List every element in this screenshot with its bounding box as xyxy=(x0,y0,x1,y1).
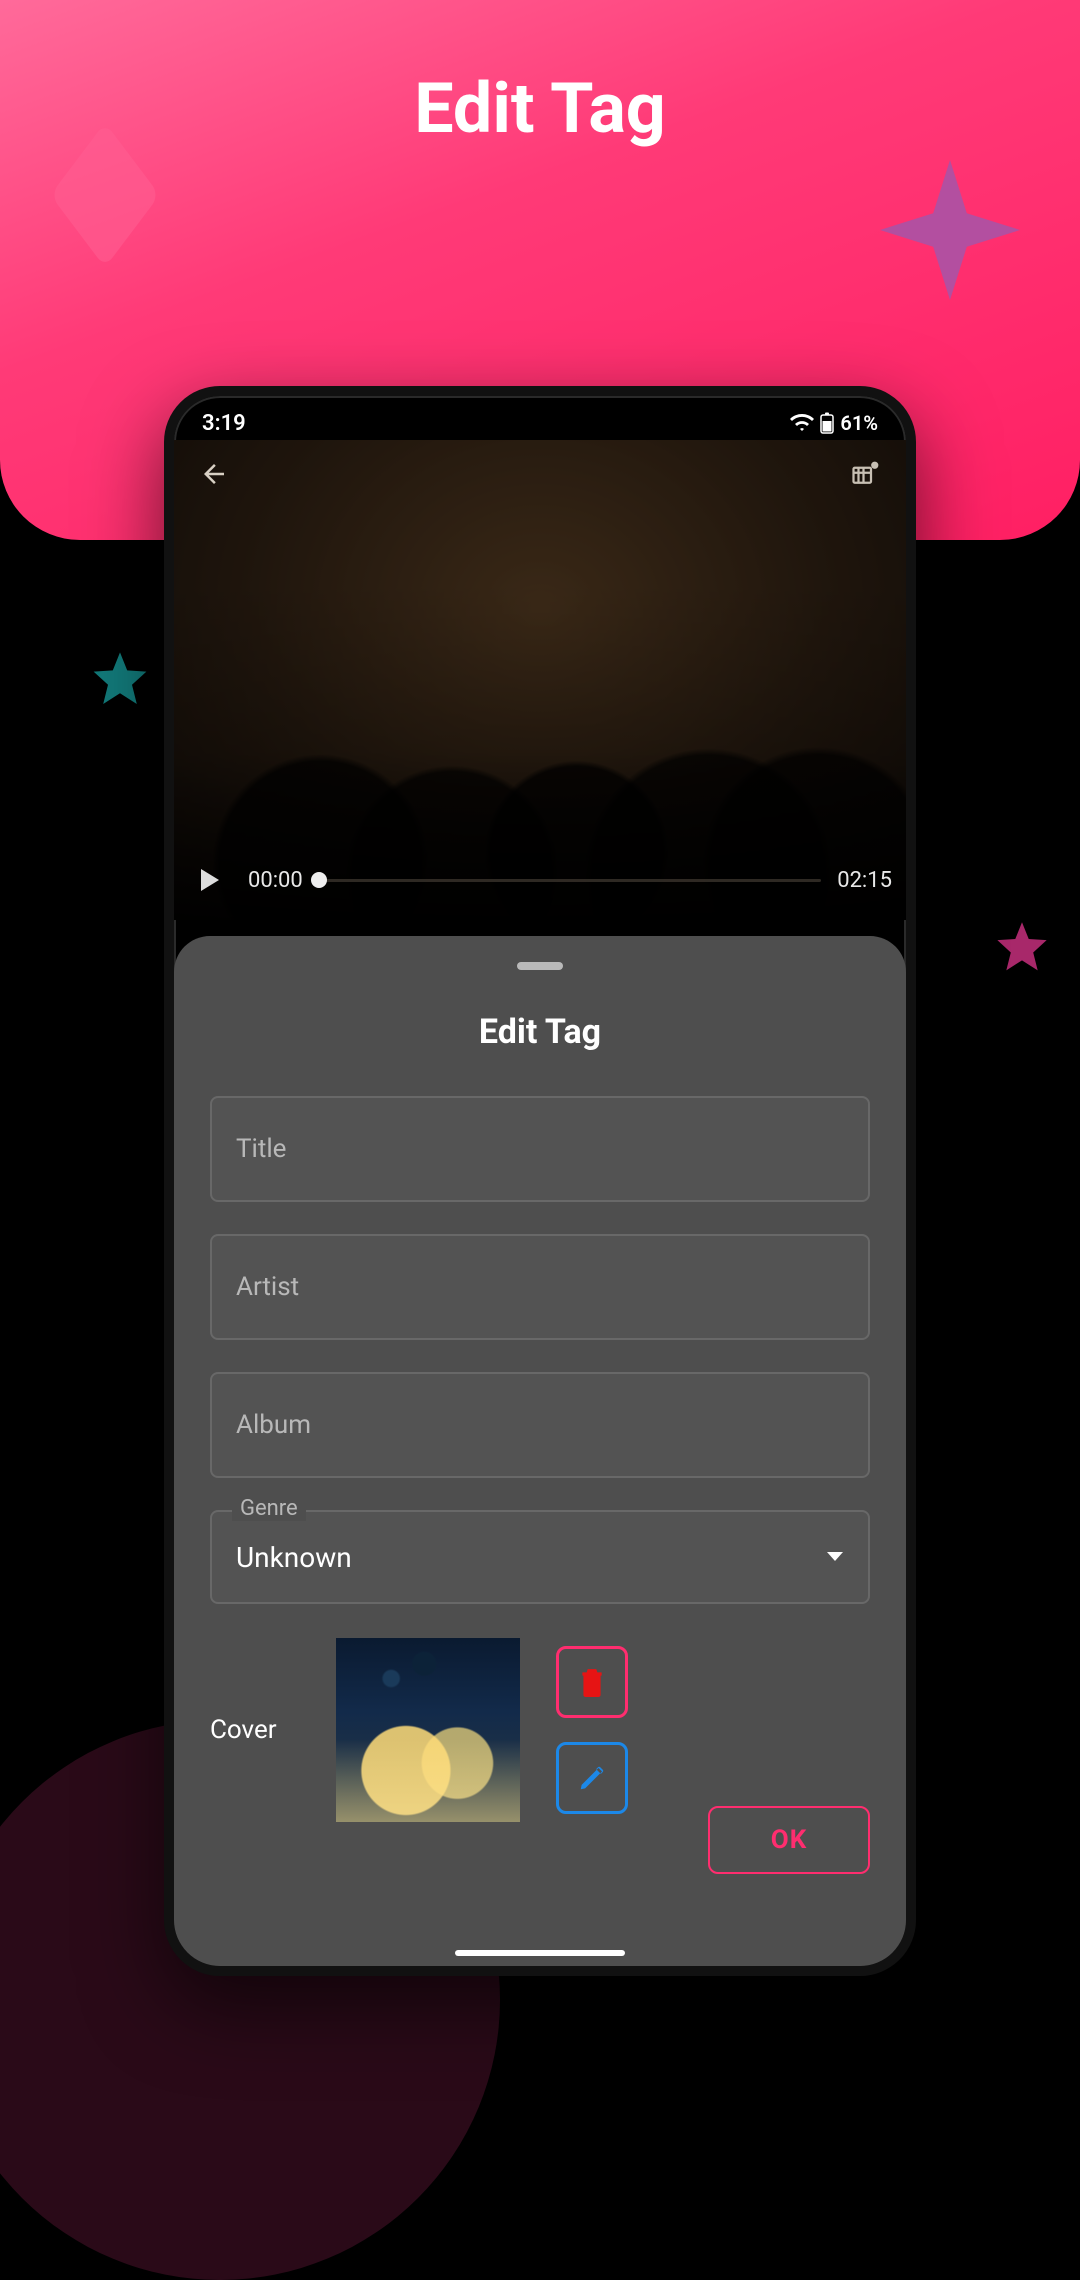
sheet-title: Edit Tag xyxy=(210,1012,870,1052)
artist-field[interactable]: Artist xyxy=(210,1234,870,1340)
genre-value: Unknown xyxy=(236,1541,352,1574)
edit-tag-sheet: Edit Tag Title Artist Album Genre Unknow… xyxy=(174,936,906,1966)
title-field[interactable]: Title xyxy=(210,1096,870,1202)
status-battery-pct: 61% xyxy=(840,411,878,435)
album-field[interactable]: Album xyxy=(210,1372,870,1478)
marketing-title: Edit Tag xyxy=(0,68,1080,150)
video-duration: 02:15 xyxy=(837,868,892,893)
wifi-icon xyxy=(790,413,814,433)
cover-label: Cover xyxy=(210,1715,300,1745)
video-preview: 00:00 02:15 xyxy=(174,440,906,920)
star-icon xyxy=(994,920,1050,976)
video-elapsed-time: 00:00 xyxy=(248,868,303,893)
sparkle-icon xyxy=(880,160,1020,300)
ok-label: OK xyxy=(771,1825,807,1855)
star-icon xyxy=(90,650,150,710)
sheet-drag-handle[interactable] xyxy=(517,962,563,970)
phone-frame: 3:19 61% 00:00 xyxy=(164,386,916,1976)
pencil-icon xyxy=(577,1763,607,1793)
status-time: 3:19 xyxy=(202,411,246,436)
artist-label: Artist xyxy=(236,1272,299,1302)
video-seek-bar[interactable] xyxy=(319,879,821,882)
edit-cover-button[interactable] xyxy=(556,1742,628,1814)
play-button[interactable] xyxy=(188,858,232,902)
album-label: Album xyxy=(236,1410,311,1440)
play-icon xyxy=(201,869,219,891)
ok-button[interactable]: OK xyxy=(708,1806,870,1874)
status-bar: 3:19 61% xyxy=(174,396,906,440)
video-edit-button[interactable] xyxy=(844,452,888,496)
genre-select[interactable]: Unknown xyxy=(210,1510,870,1604)
gesture-nav-bar[interactable] xyxy=(455,1950,625,1956)
genre-label: Genre xyxy=(232,1496,306,1521)
trash-icon xyxy=(579,1667,605,1697)
back-button[interactable] xyxy=(192,452,236,496)
battery-icon xyxy=(820,412,834,434)
title-label: Title xyxy=(236,1134,286,1164)
delete-cover-button[interactable] xyxy=(556,1646,628,1718)
seek-thumb[interactable] xyxy=(311,872,327,888)
chevron-down-icon xyxy=(826,1551,844,1563)
cover-thumbnail[interactable] xyxy=(336,1638,520,1822)
